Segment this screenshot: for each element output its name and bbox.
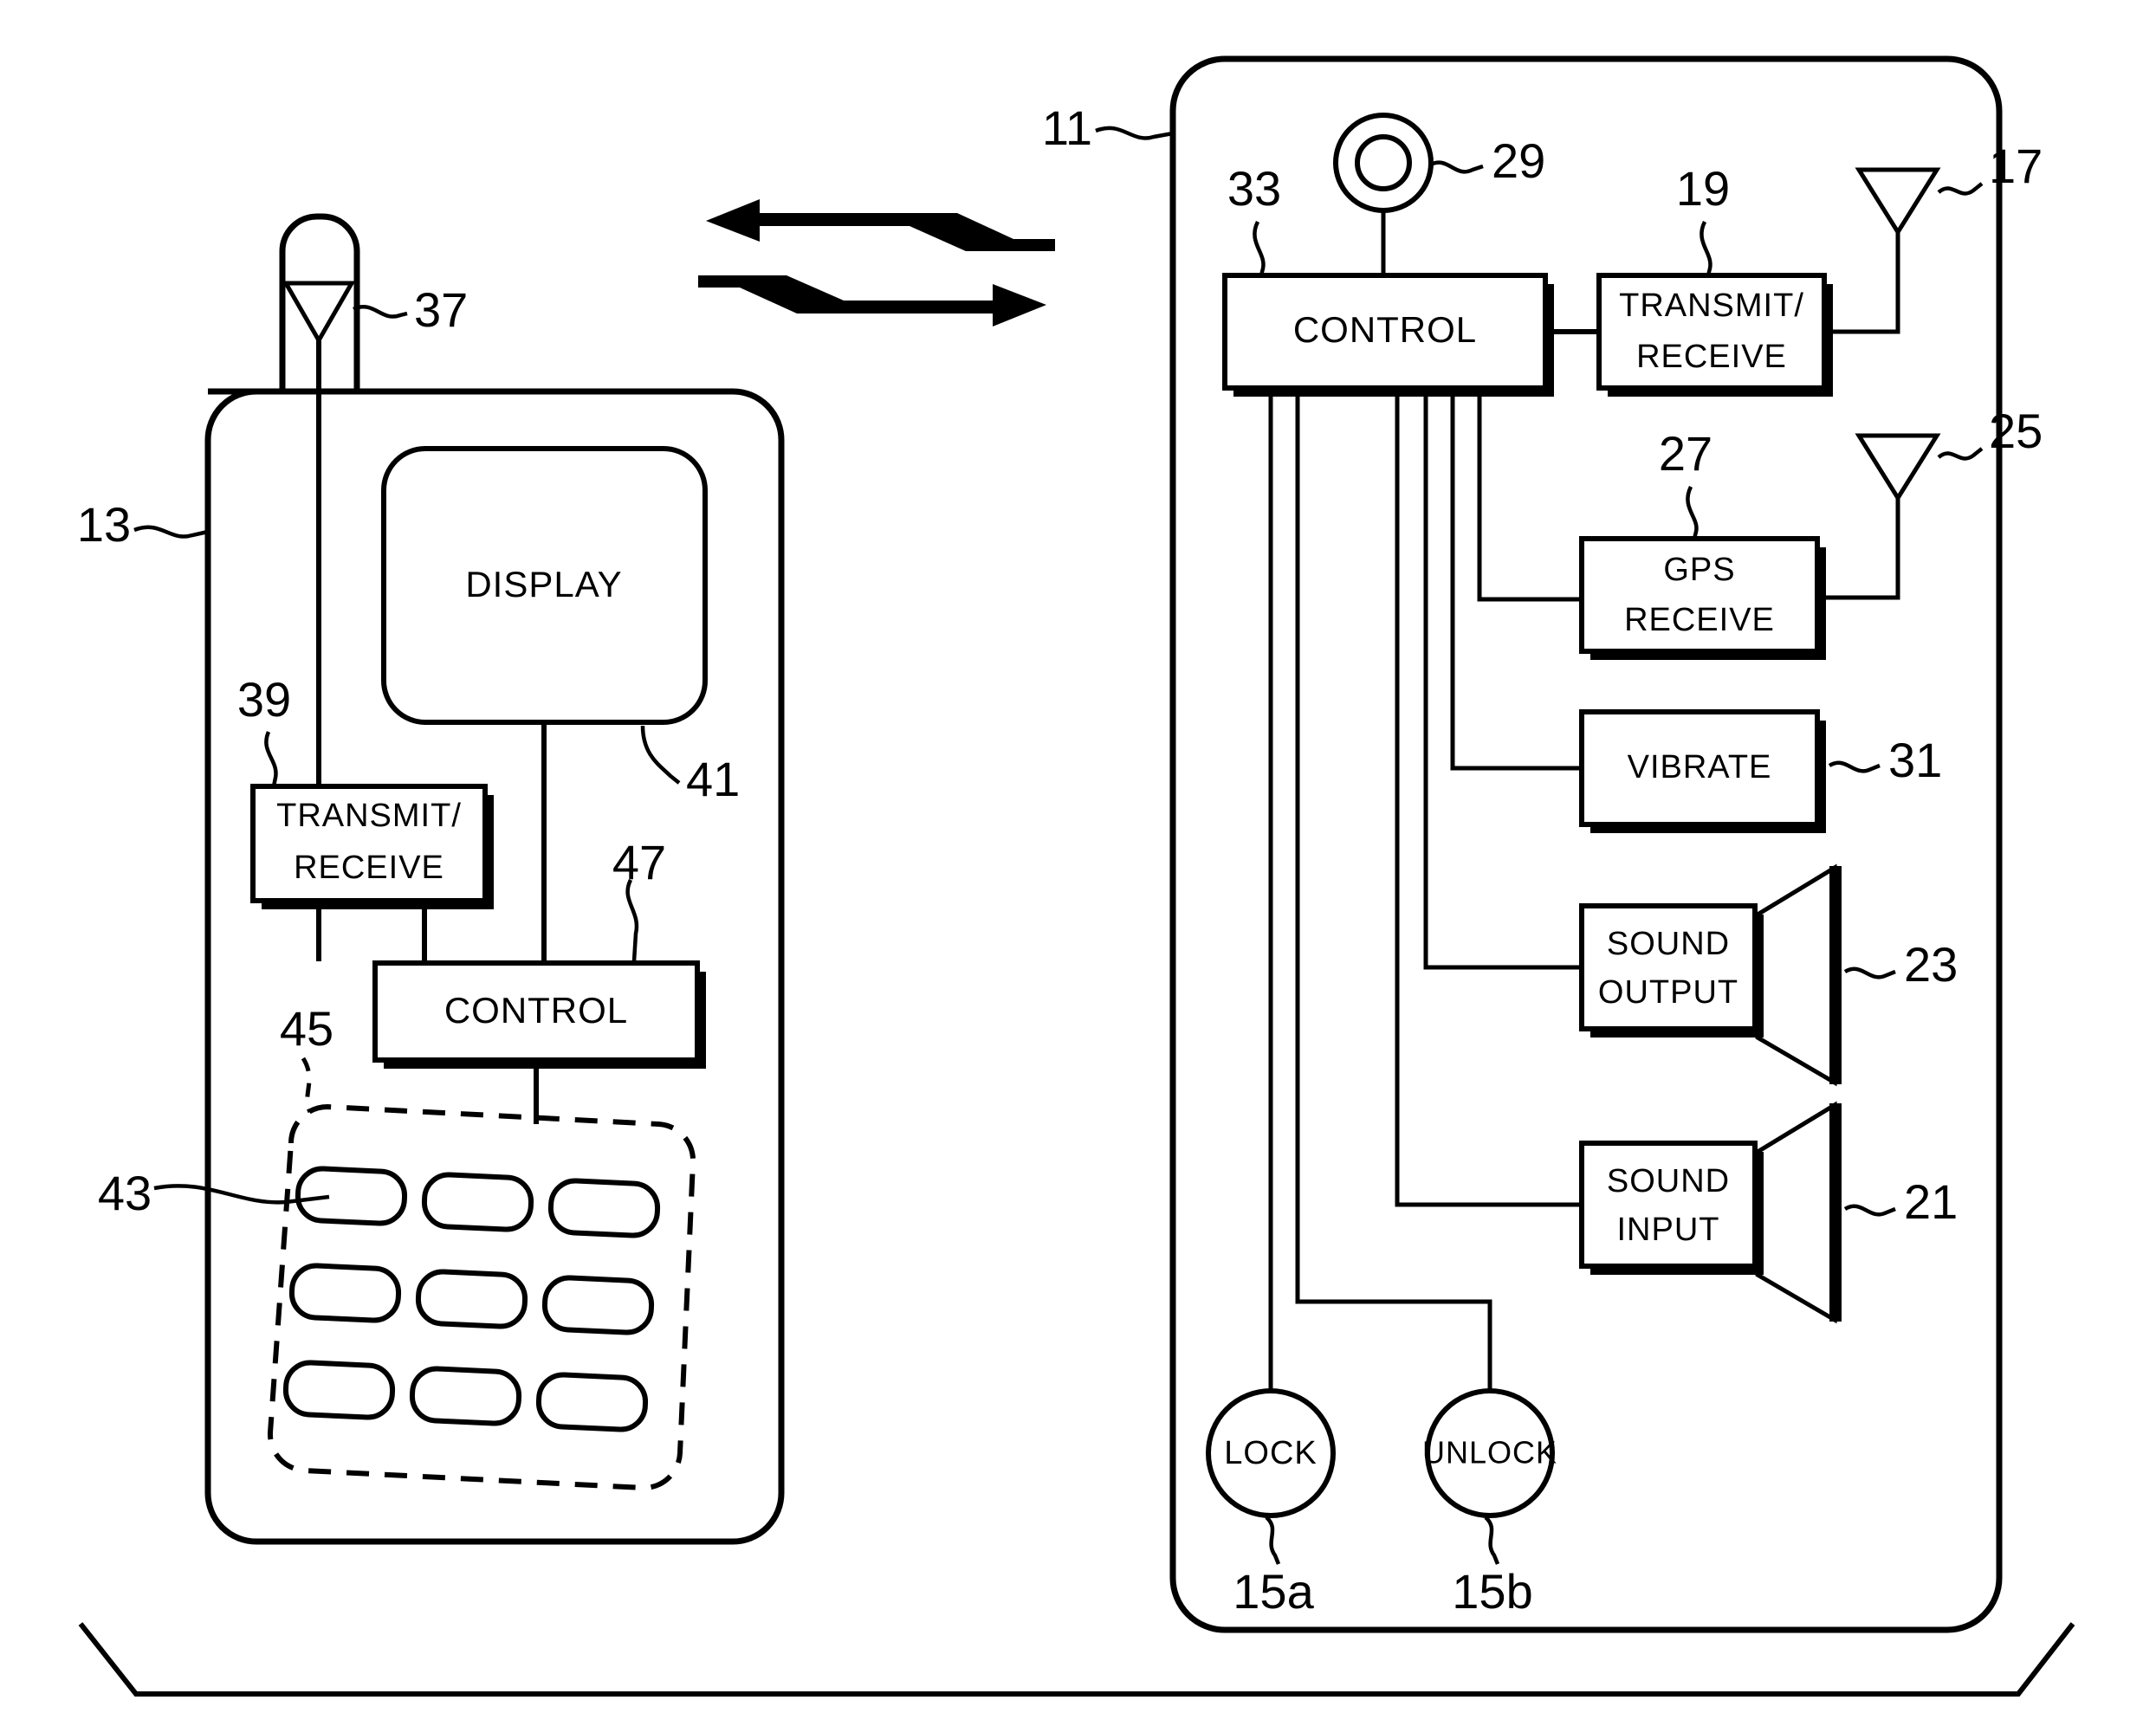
keypad-key[interactable]	[288, 1263, 402, 1323]
terminal-tr-line2: RECEIVE	[294, 850, 444, 886]
vibrate-block: VIBRATE	[1579, 709, 1826, 833]
sound-input-line1: SOUND	[1607, 1163, 1730, 1199]
ref-29: 29	[1492, 133, 1545, 188]
ref-33: 33	[1227, 161, 1281, 216]
keypad-key[interactable]	[421, 1172, 534, 1232]
figure-canvas: 37 13 DISPLAY 41 TRANSMIT/ RECEIVE 39 CO…	[77, 55, 2075, 1697]
arrow-right-icon	[698, 275, 1046, 326]
vibrate-label: VIBRATE	[1628, 749, 1772, 785]
wireless-link-arrows	[698, 199, 1055, 326]
sound-output-line2: OUTPUT	[1598, 974, 1738, 1011]
ref-19: 19	[1676, 161, 1730, 216]
ref-41: 41	[686, 752, 740, 806]
keypad-key[interactable]	[295, 1166, 408, 1226]
terminal-tr-line1: TRANSMIT/	[276, 798, 462, 834]
indicator-inner-circle	[1355, 134, 1412, 191]
ref-15a: 15a	[1233, 1564, 1314, 1619]
keypad-key[interactable]	[409, 1366, 522, 1426]
lead-37	[353, 305, 408, 319]
ref-15b: 15b	[1452, 1564, 1532, 1619]
lead-13	[133, 525, 209, 539]
keypad-key[interactable]	[535, 1372, 649, 1432]
lock-actuator: LOCK	[1206, 1388, 1336, 1518]
sound-input-line2: INPUT	[1617, 1212, 1720, 1248]
keypad-key[interactable]	[415, 1269, 528, 1329]
gps-receive-line2: RECEIVE	[1624, 602, 1775, 638]
page-border	[78, 1622, 2075, 1697]
lock-label: LOCK	[1224, 1435, 1317, 1471]
vehicle-transmit-receive-block: TRANSMIT/ RECEIVE	[1596, 273, 1833, 397]
ref-13: 13	[77, 497, 131, 552]
ref-47: 47	[612, 835, 666, 889]
vehicle-tr-line2: RECEIVE	[1636, 339, 1787, 375]
ref-21: 21	[1904, 1174, 1958, 1229]
display-label: DISPLAY	[465, 564, 622, 604]
ref-17: 17	[1989, 139, 2043, 193]
lead-11	[1095, 126, 1174, 140]
ref-27: 27	[1659, 426, 1712, 481]
sound-output-line1: SOUND	[1607, 926, 1730, 962]
ref-37: 37	[414, 282, 468, 337]
vehicle-control-label: CONTROL	[1293, 309, 1477, 350]
ref-11: 11	[1042, 100, 1092, 155]
ref-25: 25	[1989, 404, 2043, 458]
vehicle-unit: 11 29 CONTROL 33 TRANSMIT/ RECEIVE 19 17…	[1042, 55, 2043, 1633]
ref-45: 45	[280, 1001, 333, 1056]
terminal-control-label: CONTROL	[444, 990, 628, 1031]
arrow-left-icon	[706, 199, 1055, 251]
unlock-actuator: UNLOCK	[1422, 1388, 1557, 1518]
vehicle-control-block: CONTROL	[1222, 273, 1554, 397]
ref-43: 43	[98, 1166, 152, 1220]
patent-figure: 37 13 DISPLAY 41 TRANSMIT/ RECEIVE 39 CO…	[0, 0, 2156, 1726]
ref-23: 23	[1904, 937, 1958, 992]
gps-receive-block: GPS RECEIVE	[1579, 536, 1826, 660]
display-block: DISPLAY	[381, 446, 708, 725]
ref-39: 39	[237, 672, 291, 727]
keypad-key[interactable]	[541, 1275, 655, 1335]
gps-receive-line1: GPS	[1663, 552, 1735, 588]
keypad-key[interactable]	[547, 1178, 661, 1238]
unlock-label: UNLOCK	[1422, 1435, 1557, 1471]
portable-terminal: 37 13 DISPLAY 41 TRANSMIT/ RECEIVE 39 CO…	[77, 213, 785, 1545]
vehicle-tr-line1: TRANSMIT/	[1619, 288, 1804, 324]
terminal-transmit-receive-block: TRANSMIT/ RECEIVE	[250, 784, 494, 909]
terminal-control-block: CONTROL	[372, 960, 706, 1069]
keypad-key[interactable]	[282, 1360, 396, 1420]
ref-31: 31	[1888, 733, 1942, 787]
